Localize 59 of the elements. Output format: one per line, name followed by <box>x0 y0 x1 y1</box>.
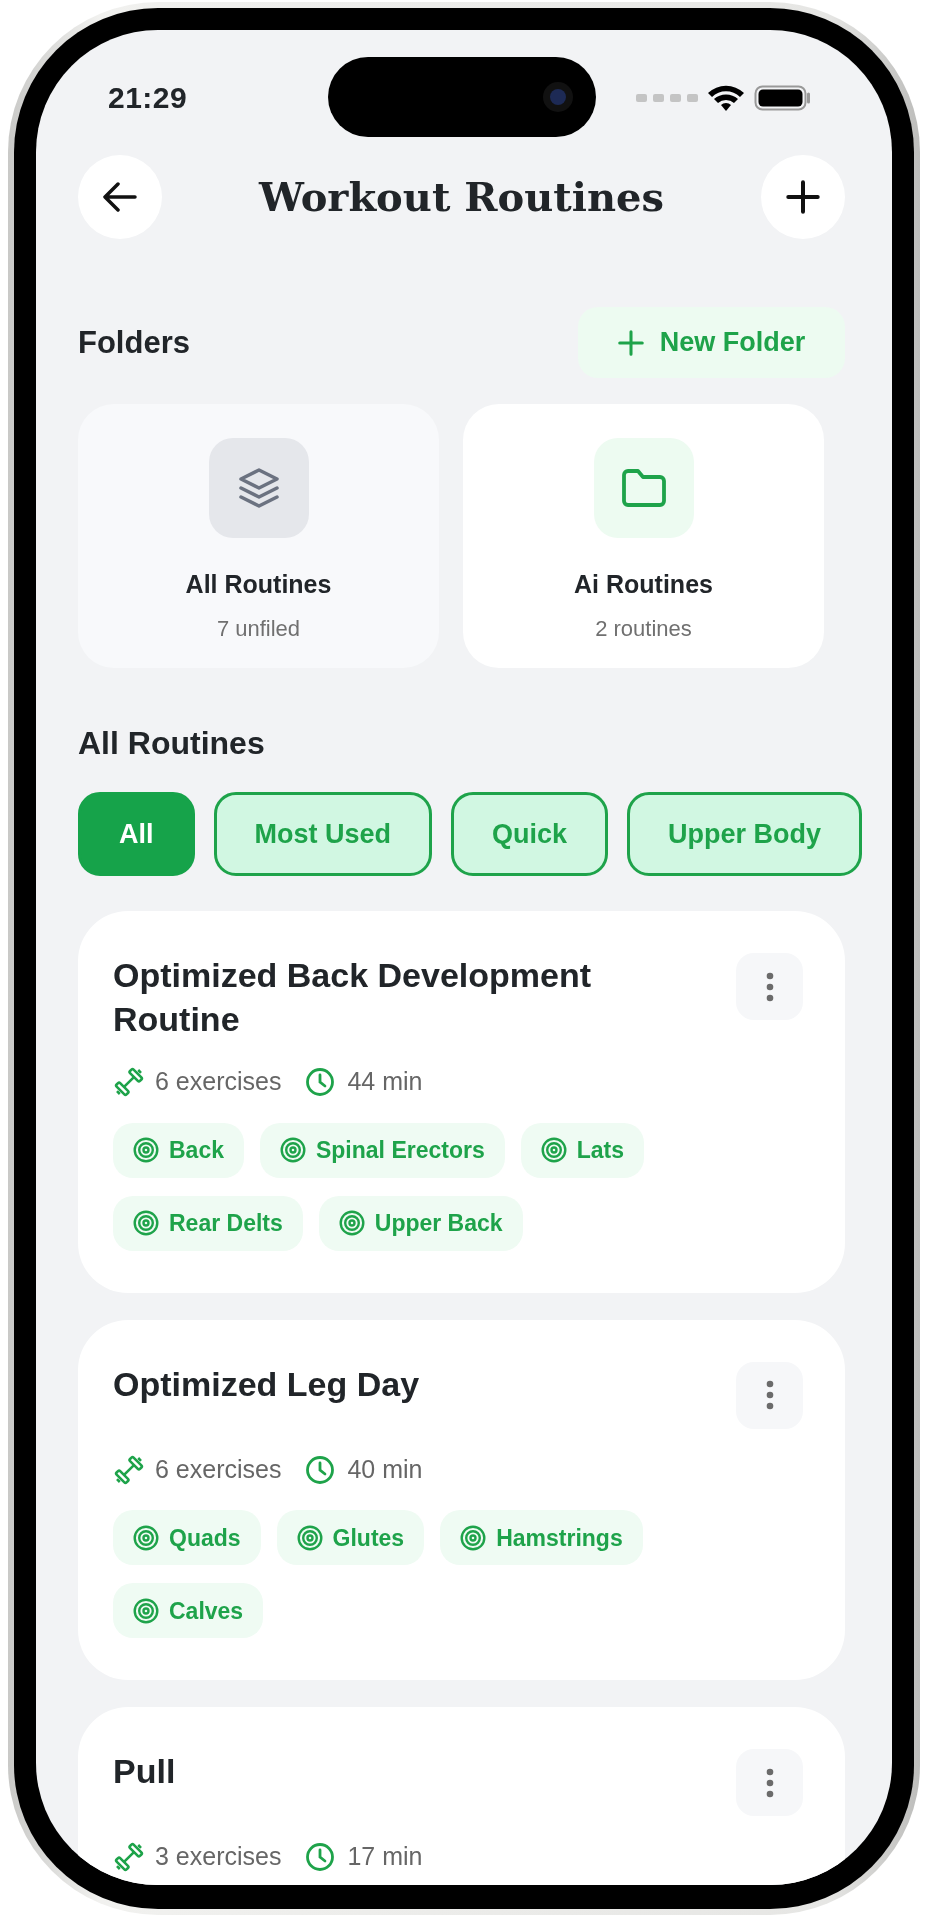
target-icon <box>296 1524 323 1551</box>
clock-icon <box>305 1067 336 1098</box>
routine-title: Pull <box>113 1751 176 1793</box>
exercise-count: 3 exercises <box>155 1841 282 1873</box>
more-button[interactable] <box>736 1749 803 1817</box>
battery-icon <box>754 84 812 111</box>
section-heading: All Routines <box>77 724 266 763</box>
more-button[interactable] <box>736 1361 803 1429</box>
dumbbell-icon <box>113 1453 145 1486</box>
folder-card[interactable]: All Routines 7 unfiled <box>78 404 439 668</box>
routine-card[interactable]: Pull 3 exercises 17 min <box>78 1707 845 1885</box>
target-icon <box>133 1137 159 1164</box>
exercise-count: 6 exercises <box>155 1066 282 1098</box>
clock-icon <box>305 1842 336 1873</box>
muscle-tag: Quads <box>113 1510 261 1566</box>
clock-icon <box>305 1454 336 1485</box>
signal-icon <box>636 92 698 103</box>
target-icon <box>133 1597 159 1624</box>
muscle-tag: Lats <box>520 1122 644 1178</box>
more-button[interactable] <box>736 953 803 1021</box>
target-icon <box>338 1210 365 1237</box>
camera-lens-icon <box>542 81 574 113</box>
back-icon <box>103 182 137 212</box>
muscle-tag: Glutes <box>276 1510 425 1566</box>
routine-card[interactable]: Optimized Back Development Routine 6 exercises 44 min Back Spinal Erectors Lats Rear Delts Upper Back <box>78 911 845 1293</box>
page-title: Workout Routines <box>259 173 664 221</box>
folder-name: All Routines <box>185 569 332 600</box>
more-icon <box>765 971 774 1002</box>
more-icon <box>765 1767 774 1798</box>
folder-count: 2 routines <box>595 614 692 643</box>
target-icon <box>280 1137 306 1164</box>
routine-card[interactable]: Optimized Leg Day 6 exercises 40 min Quads Glutes Hamstrings Calves <box>78 1319 845 1681</box>
section-heading: Folders <box>78 323 190 362</box>
exercise-count: 6 exercises <box>155 1453 282 1485</box>
duration: 44 min <box>347 1066 423 1098</box>
folder-name: Ai Routines <box>574 569 713 600</box>
status-time: 21:29 <box>108 80 188 116</box>
folder-count: 7 unfiled <box>216 614 301 643</box>
dumbbell-icon <box>113 1066 145 1099</box>
target-icon <box>133 1524 159 1551</box>
muscle-tag: Calves <box>113 1583 264 1639</box>
muscle-tag: Spinal Erectors <box>260 1122 505 1178</box>
routine-title: Optimized Leg Day <box>113 1363 420 1405</box>
target-icon <box>133 1210 159 1237</box>
more-icon <box>765 1380 774 1411</box>
target-icon <box>540 1137 567 1164</box>
muscle-tag: Upper Back <box>318 1195 523 1251</box>
folder-card[interactable]: Ai Routines 2 routines <box>463 404 824 668</box>
dumbbell-icon <box>113 1841 145 1874</box>
muscle-tag: Hamstrings <box>440 1510 643 1566</box>
folder-icon <box>619 467 668 509</box>
muscle-tag: Back <box>113 1122 244 1178</box>
plus-icon <box>786 180 820 214</box>
muscle-tag: Rear Delts <box>113 1195 303 1251</box>
routine-title: Optimized Back Development Routine <box>113 955 592 1041</box>
plus-icon <box>617 329 644 356</box>
duration: 17 min <box>347 1841 423 1873</box>
duration: 40 min <box>347 1453 423 1485</box>
target-icon <box>460 1524 487 1551</box>
